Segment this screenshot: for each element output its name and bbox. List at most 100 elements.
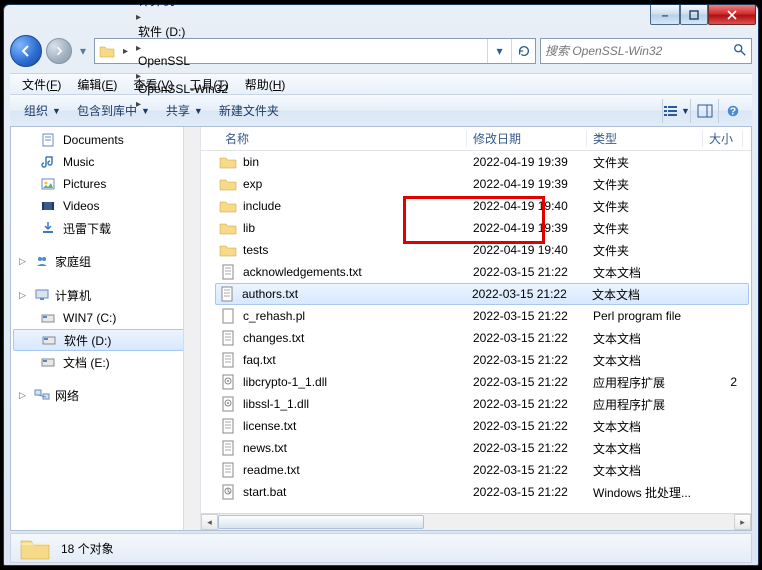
history-dropdown[interactable]: ▾	[76, 41, 90, 61]
preview-pane-button[interactable]	[690, 99, 718, 123]
sidebar-item[interactable]: Music	[11, 151, 200, 173]
file-type: Perl program file	[587, 309, 703, 323]
column-modified[interactable]: 修改日期	[467, 130, 587, 147]
navigation-pane[interactable]: DocumentsMusicPicturesVideos迅雷下载 ▷家庭组 ▷计算机…	[11, 127, 201, 530]
drive-icon	[39, 354, 57, 370]
breadcrumb-segment[interactable]: 软件 (D:)	[132, 23, 235, 40]
menu-工具[interactable]: 工具(T)	[181, 74, 236, 95]
back-button[interactable]	[10, 35, 42, 67]
organize-button[interactable]: 组织 ▼	[16, 98, 69, 123]
file-row[interactable]: news.txt2022-03-15 21:22文本文档	[201, 437, 751, 459]
sidebar-group[interactable]: ▷计算机	[11, 283, 200, 307]
expand-icon[interactable]: ▷	[19, 256, 29, 267]
help-button[interactable]: ?	[718, 99, 746, 123]
file-modified: 2022-03-15 21:22	[467, 419, 587, 433]
crumb-arrow[interactable]: ▸	[132, 43, 145, 54]
sidebar-scrollbar[interactable]	[183, 127, 200, 530]
search-input[interactable]	[545, 44, 733, 58]
file-modified: 2022-03-15 21:22	[467, 375, 587, 389]
file-type: 文本文档	[587, 264, 703, 281]
file-row[interactable]: faq.txt2022-03-15 21:22文本文档	[201, 349, 751, 371]
library-icon	[39, 132, 57, 148]
search-icon[interactable]	[733, 43, 747, 60]
address-dropdown[interactable]: ▾	[487, 39, 511, 63]
file-row[interactable]: authors.txt2022-03-15 21:22文本文档	[215, 283, 749, 305]
file-row[interactable]: libcrypto-1_1.dll2022-03-15 21:22应用程序扩展2	[201, 371, 751, 393]
scroll-thumb[interactable]	[218, 515, 424, 529]
crumb-arrow[interactable]: ▸	[132, 12, 145, 23]
file-row[interactable]: bin2022-04-19 19:39文件夹	[201, 151, 751, 173]
sidebar-item[interactable]: Documents	[11, 129, 200, 151]
file-modified: 2022-03-15 21:22	[467, 353, 587, 367]
refresh-button[interactable]	[511, 39, 535, 63]
view-options-button[interactable]: ▼	[662, 99, 690, 123]
file-list[interactable]: bin 2022-04-19 19:39 文件夹 exp 2022-04-19 19:3…	[201, 151, 751, 513]
sidebar-item[interactable]: WIN7 (C:)	[11, 307, 200, 329]
menu-文件[interactable]: 文件(F)	[14, 74, 69, 95]
sidebar-item[interactable]: 迅雷下载	[11, 217, 200, 239]
menu-bar: 文件(F)编辑(E)查看(V)工具(T)帮助(H)	[10, 73, 752, 95]
close-button[interactable]	[708, 5, 756, 25]
file-row[interactable]: license.txt2022-03-15 21:22文本文档	[201, 415, 751, 437]
expand-icon[interactable]: ▷	[19, 290, 29, 301]
menu-编辑[interactable]: 编辑(E)	[69, 74, 125, 95]
sidebar-group[interactable]: ▷网络	[11, 383, 200, 407]
sidebar-item[interactable]: 文档 (E:)	[11, 351, 200, 373]
file-modified: 2022-04-19 19:39	[467, 177, 587, 191]
breadcrumb-segment[interactable]: OpenSSL	[132, 54, 235, 68]
file-modified: 2022-04-19 19:39	[467, 155, 587, 169]
column-size[interactable]: 大小	[703, 130, 743, 147]
file-row[interactable]: lib2022-04-19 19:39文件夹	[201, 217, 751, 239]
group-icon	[33, 387, 51, 403]
file-modified: 2022-03-15 21:22	[467, 397, 587, 411]
file-row[interactable]: readme.txt2022-03-15 21:22文本文档	[201, 459, 751, 481]
search-box[interactable]	[540, 38, 752, 64]
sidebar-item[interactable]: Videos	[11, 195, 200, 217]
drive-icon	[40, 332, 58, 348]
file-row[interactable]: libssl-1_1.dll2022-03-15 21:22应用程序扩展	[201, 393, 751, 415]
file-name: tests	[243, 243, 268, 257]
file-row[interactable]: acknowledgements.txt2022-03-15 21:22文本文档	[201, 261, 751, 283]
maximize-button[interactable]	[680, 5, 708, 25]
horizontal-scrollbar[interactable]: ◂ ▸	[201, 513, 751, 530]
include-in-library-button[interactable]: 包含到库中 ▼	[69, 98, 158, 123]
sidebar-item[interactable]: Pictures	[11, 173, 200, 195]
expand-icon[interactable]: ▷	[19, 390, 29, 401]
share-button[interactable]: 共享 ▼	[158, 98, 211, 123]
menu-查看[interactable]: 查看(V)	[125, 74, 181, 95]
address-bar[interactable]: ▸ 计算机▸软件 (D:)▸OpenSSL▸OpenSSL-Win32▸ ▾	[94, 38, 536, 64]
minimize-button[interactable]: –	[650, 5, 680, 25]
file-name: changes.txt	[243, 331, 304, 345]
file-name: bin	[243, 155, 259, 169]
file-type: 文件夹	[587, 242, 703, 259]
file-row[interactable]: c_rehash.pl2022-03-15 21:22Perl program …	[201, 305, 751, 327]
file-row[interactable]: tests2022-04-19 19:40文件夹	[201, 239, 751, 261]
breadcrumb-segment[interactable]: 计算机	[132, 0, 235, 9]
group-icon	[33, 253, 51, 269]
file-modified: 2022-03-15 21:22	[467, 309, 587, 323]
file-row[interactable]: changes.txt2022-03-15 21:22文本文档	[201, 327, 751, 349]
column-headers[interactable]: 名称 修改日期 类型 大小	[201, 127, 751, 151]
column-type[interactable]: 类型	[587, 130, 703, 147]
file-row[interactable]: start.bat2022-03-15 21:22Windows 批处理...	[201, 481, 751, 503]
file-icon	[219, 352, 237, 368]
content-area: DocumentsMusicPicturesVideos迅雷下载 ▷家庭组 ▷计算机…	[10, 127, 752, 531]
scroll-right-button[interactable]: ▸	[734, 514, 751, 530]
library-icon	[39, 220, 57, 236]
sidebar-group[interactable]: ▷家庭组	[11, 249, 200, 273]
file-row[interactable]: exp2022-04-19 19:39文件夹	[201, 173, 751, 195]
file-name: exp	[243, 177, 262, 191]
scroll-left-button[interactable]: ◂	[201, 514, 218, 530]
folder-icon	[19, 535, 51, 561]
menu-帮助[interactable]: 帮助(H)	[237, 74, 294, 95]
new-folder-button[interactable]: 新建文件夹	[211, 98, 287, 123]
file-row[interactable]: include2022-04-19 19:40文件夹	[201, 195, 751, 217]
file-list-pane: 名称 修改日期 类型 大小 bin 2022-04-19 19:39 文件夹 exp 2…	[201, 127, 751, 530]
status-count: 18 个对象	[61, 540, 114, 557]
crumb-root-arrow[interactable]: ▸	[119, 46, 132, 57]
sidebar-item[interactable]: 软件 (D:)	[13, 329, 198, 351]
file-name: lib	[243, 221, 255, 235]
nav-bar: ▾ ▸ 计算机▸软件 (D:)▸OpenSSL▸OpenSSL-Win32▸ ▾	[10, 33, 752, 69]
forward-button[interactable]	[46, 38, 72, 64]
column-name[interactable]: 名称	[219, 130, 467, 147]
